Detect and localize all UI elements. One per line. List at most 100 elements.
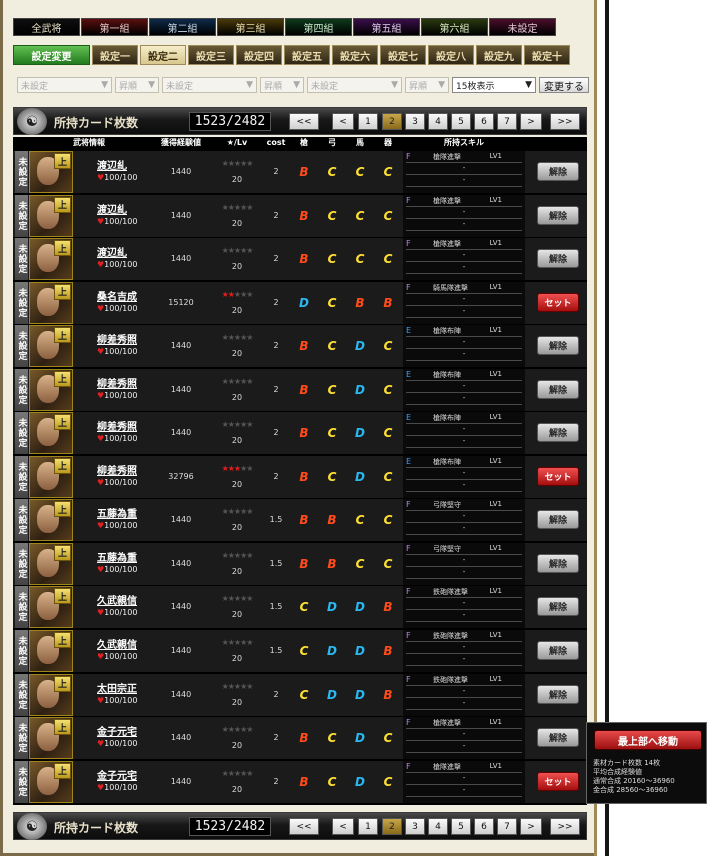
sort-select[interactable]: 昇順 ▼: [260, 77, 304, 93]
apply-button[interactable]: 変更する: [539, 77, 589, 93]
portrait[interactable]: 上: [29, 281, 73, 324]
portrait[interactable]: 上: [29, 455, 73, 498]
portrait[interactable]: 上: [29, 760, 73, 803]
release-button[interactable]: 解除: [537, 336, 579, 356]
settings-tab[interactable]: 設定四: [236, 45, 282, 65]
portrait[interactable]: 上: [29, 194, 73, 237]
release-button[interactable]: 解除: [537, 597, 579, 617]
page-link[interactable]: 2: [382, 818, 402, 835]
portrait[interactable]: 上: [29, 717, 73, 760]
group-tab[interactable]: 第六組: [421, 18, 488, 36]
page-link[interactable]: 1: [358, 113, 378, 130]
portrait[interactable]: 上: [29, 499, 73, 542]
sort-select[interactable]: 未設定 ▼: [307, 77, 402, 93]
page-link[interactable]: 2: [382, 113, 402, 130]
group-tab[interactable]: 第五組: [353, 18, 420, 36]
set-button[interactable]: セット: [537, 466, 579, 486]
portrait-frame: [29, 717, 73, 760]
settings-tab[interactable]: 設定六: [332, 45, 378, 65]
settings-tab[interactable]: 設定七: [380, 45, 426, 65]
general-name-link[interactable]: 柳差秀照: [97, 375, 137, 390]
release-button[interactable]: 解除: [537, 641, 579, 661]
release-button[interactable]: 解除: [537, 423, 579, 443]
settings-tab[interactable]: 設定十: [524, 45, 570, 65]
general-name-link[interactable]: 久武親信: [97, 592, 137, 607]
page-link[interactable]: <<: [289, 818, 319, 835]
release-button[interactable]: 解除: [537, 249, 579, 269]
release-button[interactable]: 解除: [537, 510, 579, 530]
release-button[interactable]: 解除: [537, 684, 579, 704]
set-button[interactable]: セット: [537, 292, 579, 312]
portrait[interactable]: 上: [29, 151, 73, 193]
sort-select[interactable]: 昇順 ▼: [115, 77, 159, 93]
page-link[interactable]: >>: [550, 113, 580, 130]
per-page-select[interactable]: 15枚表示 ▼: [452, 77, 536, 93]
general-name-link[interactable]: 渡辺糺: [97, 157, 127, 172]
general-name-link[interactable]: 金子元宅: [97, 767, 137, 782]
page-link[interactable]: <: [332, 818, 354, 835]
page-link[interactable]: >>: [550, 818, 580, 835]
page-link[interactable]: 3: [405, 113, 425, 130]
general-name-link[interactable]: 五藤為重: [97, 549, 137, 564]
group-tab[interactable]: 第一組: [81, 18, 148, 36]
group-tab[interactable]: 未設定: [489, 18, 556, 36]
group-tab[interactable]: 第四組: [285, 18, 352, 36]
portrait[interactable]: 上: [29, 542, 73, 585]
sort-select[interactable]: 未設定 ▼: [17, 77, 112, 93]
general-name-link[interactable]: 桑名吉成: [97, 288, 137, 303]
sort-select[interactable]: 未設定 ▼: [162, 77, 257, 93]
page-link[interactable]: <: [332, 113, 354, 130]
page-link[interactable]: 3: [405, 818, 425, 835]
page-link[interactable]: >: [520, 818, 542, 835]
general-name-link[interactable]: 渡辺糺: [97, 244, 127, 259]
general-name-link[interactable]: 柳差秀照: [97, 331, 137, 346]
general-name-link[interactable]: 柳差秀照: [97, 462, 137, 477]
page-link[interactable]: 7: [497, 113, 517, 130]
sort-select[interactable]: 昇順 ▼: [405, 77, 449, 93]
portrait[interactable]: 上: [29, 673, 73, 716]
portrait[interactable]: 上: [29, 238, 73, 281]
page-link[interactable]: 7: [497, 818, 517, 835]
settings-tab[interactable]: 設定一: [92, 45, 138, 65]
page-link[interactable]: 6: [474, 818, 494, 835]
settings-tab[interactable]: 設定九: [476, 45, 522, 65]
page-link[interactable]: <<: [289, 113, 319, 130]
page-link[interactable]: 6: [474, 113, 494, 130]
general-name-link[interactable]: 金子元宅: [97, 723, 137, 738]
settings-tab[interactable]: 設定八: [428, 45, 474, 65]
group-tab[interactable]: 全武将: [13, 18, 80, 36]
page-link[interactable]: 4: [428, 818, 448, 835]
general-name-link[interactable]: 渡辺糺: [97, 201, 127, 216]
general-name-link[interactable]: 五藤為重: [97, 505, 137, 520]
release-button[interactable]: 解除: [537, 728, 579, 748]
page-link[interactable]: 5: [451, 113, 471, 130]
action-cell: 解除: [533, 674, 583, 716]
settings-change-button[interactable]: 設定変更: [13, 45, 90, 65]
page-link[interactable]: 1: [358, 818, 378, 835]
portrait[interactable]: 上: [29, 325, 73, 368]
release-button[interactable]: 解除: [537, 162, 579, 181]
general-name-link[interactable]: 太田宗正: [97, 680, 137, 695]
table-row: 未設定上柳差秀照 ♥100/100 32796 ★★★★★ 20 2 B C D C E 槍隊布陣 LV…: [13, 455, 587, 498]
page-link[interactable]: 5: [451, 818, 471, 835]
release-button[interactable]: 解除: [537, 205, 579, 225]
hp-value: ♥100/100: [97, 521, 138, 531]
portrait[interactable]: 上: [29, 630, 73, 673]
group-tab[interactable]: 第三組: [217, 18, 284, 36]
hp-value: ♥100/100: [97, 739, 138, 749]
general-name-link[interactable]: 久武親信: [97, 636, 137, 651]
page-link[interactable]: >: [520, 113, 542, 130]
release-button[interactable]: 解除: [537, 379, 579, 399]
settings-tab[interactable]: 設定三: [188, 45, 234, 65]
general-name-link[interactable]: 柳差秀照: [97, 418, 137, 433]
group-tab[interactable]: 第二組: [149, 18, 216, 36]
portrait[interactable]: 上: [29, 586, 73, 629]
page-link[interactable]: 4: [428, 113, 448, 130]
scroll-to-top-button[interactable]: 最上部へ移動: [594, 730, 702, 750]
release-button[interactable]: 解除: [537, 553, 579, 573]
settings-tab[interactable]: 設定五: [284, 45, 330, 65]
settings-tab[interactable]: 設定二: [140, 45, 186, 65]
portrait[interactable]: 上: [29, 412, 73, 455]
set-button[interactable]: セット: [537, 771, 579, 791]
portrait[interactable]: 上: [29, 368, 73, 411]
